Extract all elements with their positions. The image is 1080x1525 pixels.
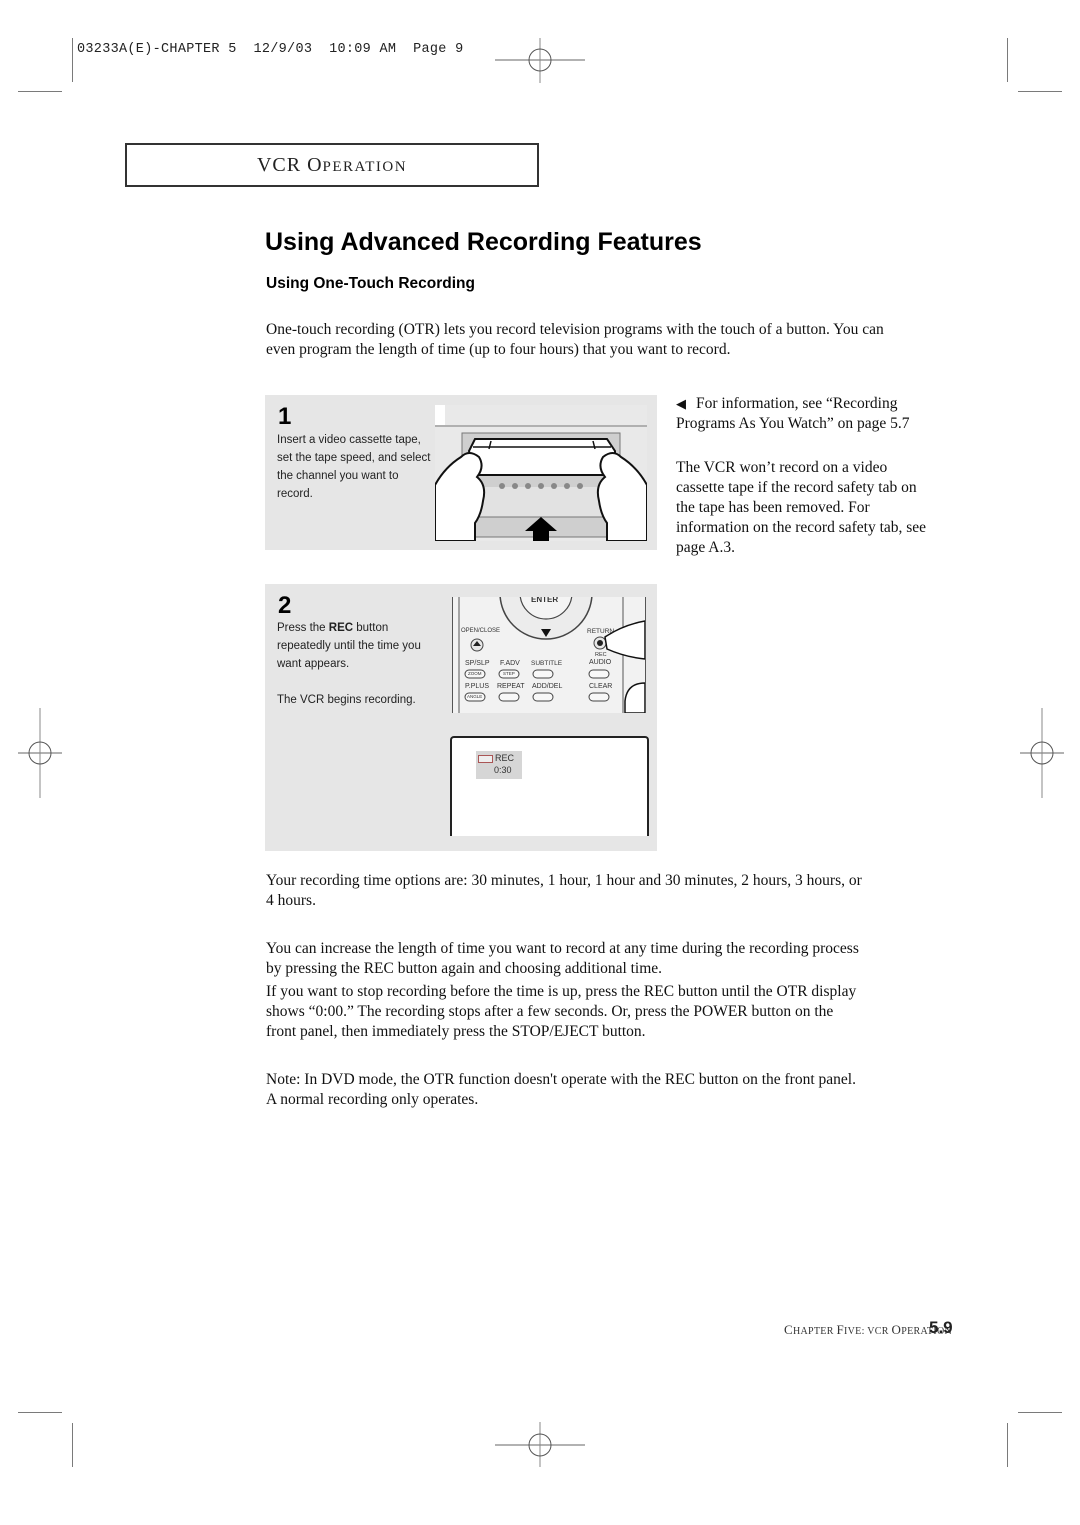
crop-mark-bottom-right-h (1018, 1412, 1062, 1413)
crop-mark-bottom-left-h (18, 1412, 62, 1413)
rec-label: REC (595, 652, 607, 658)
remote-label-sp-slp: SP/SLP (465, 660, 490, 667)
section-header-part: VCR (256, 154, 308, 176)
step-text-2: The VCR begins recording. (277, 694, 416, 706)
enter-label: ENTER (531, 597, 559, 604)
remote-control-illustration: ENTER OPEN/CLOSE RETURN REC SP/SLP F.ADV… (452, 597, 646, 713)
step-text-part: Press the (277, 622, 329, 634)
footer-part: O (891, 1322, 902, 1337)
tv-screen: REC 0:30 (450, 736, 649, 836)
sidebar-note-1: ◀ For information, see “Recording Program… (676, 394, 936, 434)
registration-target-top (495, 38, 585, 83)
crop-mark-bottom-right-v (1007, 1423, 1008, 1467)
section-header-part: O (307, 154, 323, 176)
step-1-panel: 1 Insert a video cassette tape, set the … (265, 395, 657, 550)
crop-mark-bottom-left-v (72, 1423, 73, 1467)
registration-target-left (18, 708, 62, 798)
thumb (624, 682, 645, 713)
footer-chapter-label: CHAPTER FIVE: VCR OPERATION (784, 1322, 952, 1338)
left-pointer-icon: ◀ (676, 396, 686, 411)
remote-label-angle: ANGLE (467, 694, 483, 699)
remote-label-repeat: REPEAT (497, 683, 525, 690)
step-text: Insert a video cassette tape, set the ta… (277, 434, 431, 500)
section-header-title: VCR OPERATION (127, 154, 537, 177)
section-header-box: VCR OPERATION (125, 143, 539, 187)
crop-mark-top-left-v (72, 38, 73, 82)
page-number: 5.9 (929, 1318, 953, 1337)
remote-label-f-adv: F.ADV (500, 660, 520, 667)
body-paragraph-note: Note: In DVD mode, the OTR function does… (266, 1071, 856, 1108)
crop-mark-top-right-h (1018, 91, 1062, 92)
cassette-insert-illustration (435, 405, 647, 541)
remote-label-subtitle: SUBTITLE (531, 660, 563, 667)
step-number: 2 (278, 592, 292, 619)
cassette-tape (467, 438, 616, 476)
footer-part: F (836, 1322, 845, 1337)
footer-part: IVE: VCR (844, 1326, 892, 1337)
page-subtitle: Using One-Touch Recording (266, 275, 475, 292)
remote-label-clear: CLEAR (589, 683, 613, 690)
page-title: Using Advanced Recording Features (265, 228, 702, 256)
body-paragraph-time-options: Your recording time options are: 30 minu… (266, 872, 862, 909)
finger (604, 620, 645, 660)
remote-label-p-plus: P.PLUS (465, 683, 489, 690)
remote-label-audio: AUDIO (589, 659, 612, 666)
footer-part: C (784, 1322, 793, 1337)
section-header-part: PERATION (322, 159, 408, 175)
slug-job: 03233A(E)-CHAPTER 5 (77, 42, 237, 57)
rec-label-bold: REC (328, 622, 354, 634)
return-label: RETURN (587, 628, 615, 635)
step-number: 1 (278, 403, 292, 430)
step-text: Press the REC button repeatedly until th… (277, 619, 437, 673)
registration-target-right (1020, 708, 1064, 798)
remote-label-step: STEP (503, 671, 515, 676)
slug-date: 12/9/03 (253, 42, 313, 57)
remote-label-add-del: ADD/DEL (532, 683, 563, 690)
sidebar-note-2: The VCR won’t record on a video cassette… (676, 459, 927, 556)
rec-button-dot (597, 640, 603, 646)
crop-mark-top-left-h (18, 91, 62, 92)
open-close-label: OPEN/CLOSE (461, 628, 501, 634)
cassette-icon (478, 754, 493, 763)
body-paragraph-increase-time: You can increase the length of time you … (266, 940, 859, 977)
remote-label-zoom: ZOOM (468, 671, 482, 676)
osd-time: 0:30 (494, 765, 512, 775)
printer-slug: 03233A(E)-CHAPTER 5 12/9/03 10:09 AM Pag… (77, 42, 464, 57)
osd-rec-label: REC (495, 753, 515, 763)
otr-osd: REC 0:30 (476, 751, 522, 779)
intro-paragraph: One-touch recording (OTR) lets you recor… (266, 321, 884, 358)
footer-part: HAPTER (792, 1326, 837, 1337)
slug-time: 10:09 AM (329, 42, 397, 57)
slug-page: Page 9 (413, 42, 464, 57)
body-paragraph-stop-recording: If you want to stop recording before the… (266, 983, 857, 1040)
registration-target-bottom (495, 1422, 585, 1467)
osd-rec-line: REC (478, 752, 520, 764)
crop-mark-top-right-v (1007, 38, 1008, 82)
sidebar-note-1-text: For information, see “Recording Programs… (676, 395, 910, 432)
step-2-panel: 2 Press the REC button repeatedly until … (265, 584, 657, 851)
